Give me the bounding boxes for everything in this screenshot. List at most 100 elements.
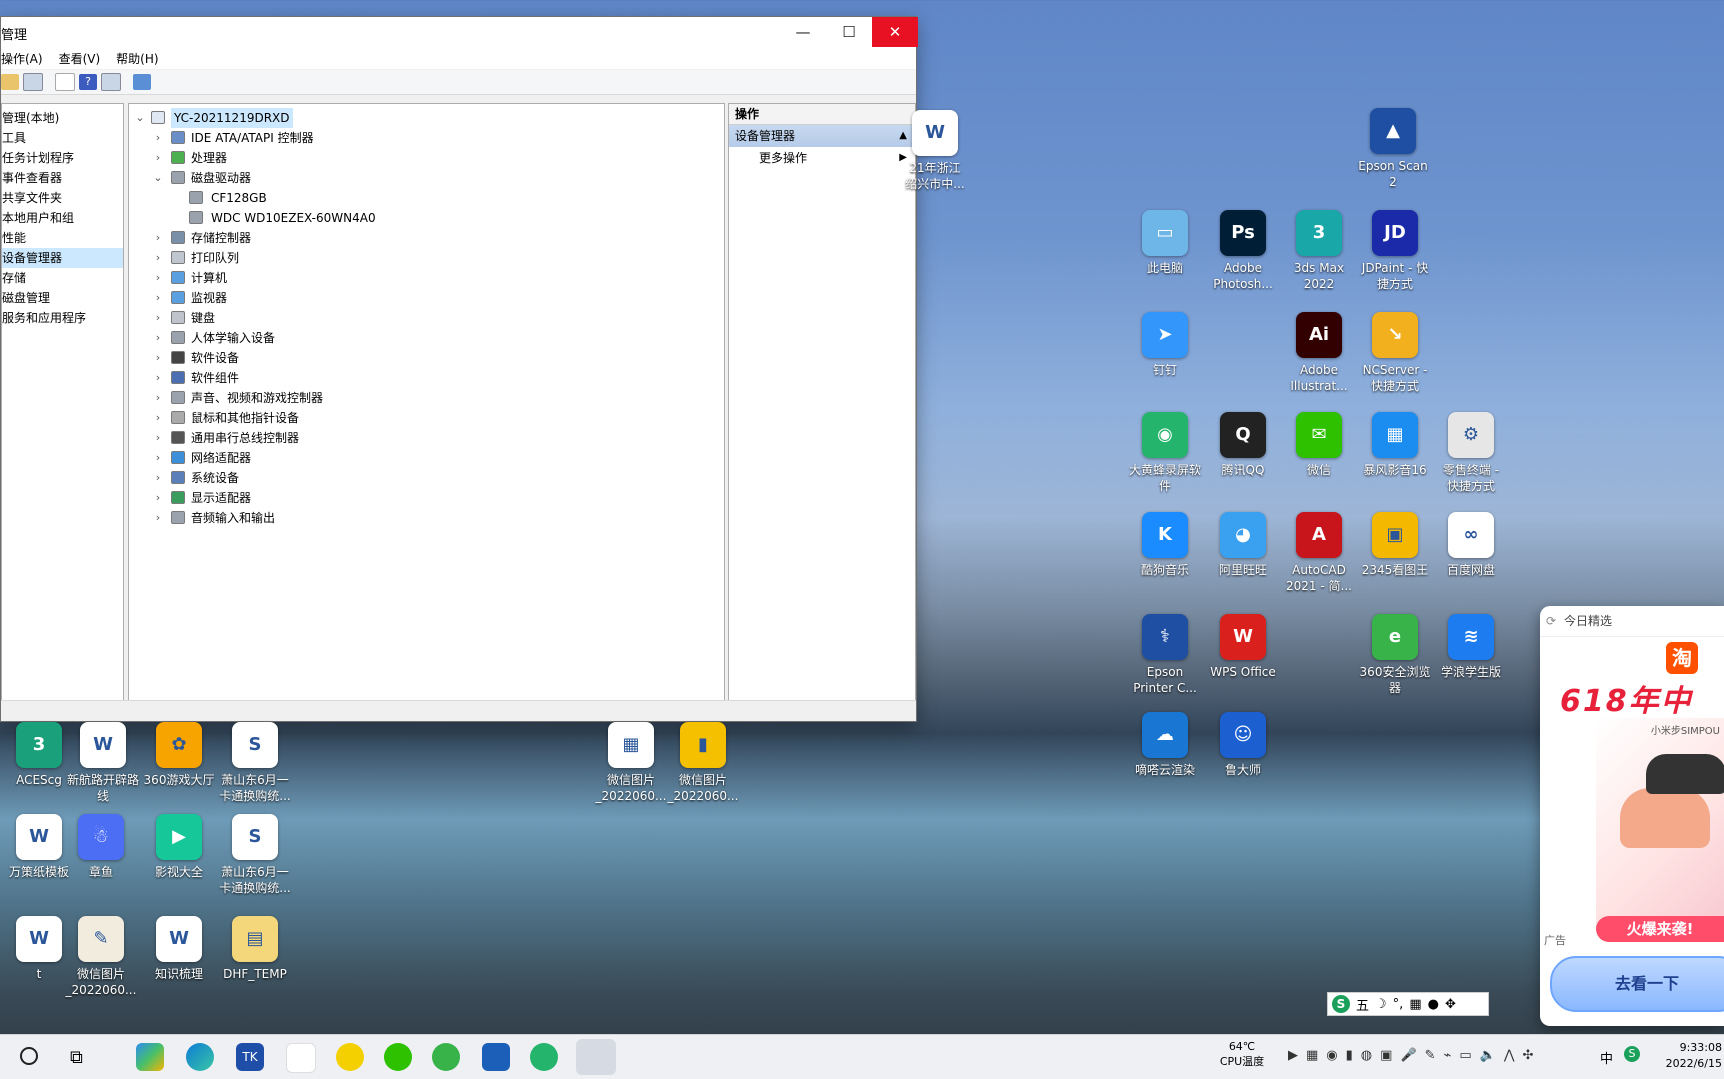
cpu-temp-widget[interactable]: 64℃ CPU温度 bbox=[1212, 1039, 1272, 1069]
desktop-shortcut[interactable]: ▦ 暴风影音16 bbox=[1356, 412, 1434, 478]
microphone-icon[interactable]: 🎤 bbox=[1400, 1048, 1416, 1063]
desktop-shortcut[interactable]: ↘ NCServer - 快捷方式 bbox=[1356, 312, 1434, 394]
chevron-right-icon[interactable]: › bbox=[153, 268, 163, 288]
tray-app-icon[interactable]: ◉ bbox=[1326, 1048, 1337, 1063]
device-category[interactable]: › 音频输入和输出 bbox=[129, 508, 724, 528]
task-view-icon[interactable]: ⧉ bbox=[70, 1047, 83, 1068]
desktop-shortcut[interactable]: S 萧山东6月一 卡通换购统... bbox=[216, 722, 294, 804]
show-action-pane-icon[interactable] bbox=[101, 73, 121, 91]
halfwidth-icon[interactable]: ☽ bbox=[1375, 997, 1387, 1012]
device-category[interactable]: › 存储控制器 bbox=[129, 228, 724, 248]
desktop-shortcut[interactable]: JD JDPaint - 快 捷方式 bbox=[1356, 210, 1434, 292]
folder-icon[interactable] bbox=[1, 74, 19, 90]
taskbar-app-5[interactable] bbox=[336, 1043, 364, 1071]
chevron-right-icon[interactable]: › bbox=[153, 288, 163, 308]
device-category[interactable]: ⌄ 磁盘驱动器 bbox=[129, 168, 724, 188]
menu-view[interactable]: 查看(V) bbox=[59, 50, 101, 67]
device-category[interactable]: › 通用串行总线控制器 bbox=[129, 428, 724, 448]
chevron-right-icon[interactable]: › bbox=[153, 308, 163, 328]
desktop-shortcut[interactable]: ➤ 钉钉 bbox=[1126, 312, 1204, 378]
tray-app-icon[interactable]: ▮ bbox=[1346, 1048, 1353, 1063]
chevron-right-icon[interactable]: › bbox=[153, 368, 163, 388]
desktop-shortcut[interactable]: ✉ 微信 bbox=[1280, 412, 1358, 478]
desktop-shortcut[interactable]: ☺ 鲁大师 bbox=[1204, 712, 1282, 778]
chevron-right-icon[interactable]: › bbox=[153, 248, 163, 268]
sogou-icon[interactable]: S bbox=[1332, 995, 1350, 1013]
desktop-shortcut[interactable]: ⚙ 零售终端 - 快捷方式 bbox=[1432, 412, 1510, 494]
desktop-shortcut[interactable]: W 21年浙江 绍兴市中... bbox=[896, 110, 974, 192]
desktop-shortcut[interactable]: ▶ 影视大全 bbox=[140, 814, 218, 880]
device-category[interactable]: › 网络适配器 bbox=[129, 448, 724, 468]
tray-app-icon[interactable]: ▶ bbox=[1288, 1048, 1298, 1063]
console-tree-item[interactable]: 管理(本地) bbox=[2, 108, 123, 128]
chevron-right-icon[interactable]: › bbox=[153, 468, 163, 488]
clock[interactable]: 9:33:08 2022/6/15 bbox=[1652, 1040, 1722, 1072]
desktop-shortcut[interactable]: ▲ Epson Scan 2 bbox=[1354, 108, 1432, 190]
tray-app-icon[interactable]: ◍ bbox=[1361, 1048, 1372, 1063]
desktop-shortcut[interactable]: ☁ 嘀嗒云渲染 bbox=[1126, 712, 1204, 778]
user-icon[interactable]: ● bbox=[1428, 997, 1439, 1012]
desktop-shortcut[interactable]: W 知识梳理 bbox=[140, 916, 218, 982]
desktop-shortcut[interactable]: ∞ 百度网盘 bbox=[1432, 512, 1510, 578]
chevron-right-icon[interactable]: › bbox=[153, 428, 163, 448]
tray-app-icon[interactable]: ▣ bbox=[1380, 1048, 1392, 1063]
desktop-shortcut[interactable]: A AutoCAD 2021 - 简... bbox=[1280, 512, 1358, 594]
sogou-tray-icon[interactable]: S bbox=[1624, 1046, 1640, 1062]
chevron-right-icon[interactable]: › bbox=[153, 448, 163, 468]
console-tree-item[interactable]: 共享文件夹 bbox=[2, 188, 123, 208]
tray-app-icon[interactable]: ▦ bbox=[1306, 1048, 1318, 1063]
skin-icon[interactable]: ✥ bbox=[1445, 997, 1456, 1012]
device-category[interactable]: › 鼠标和其他指针设备 bbox=[129, 408, 724, 428]
ad-popup[interactable]: ⟳ 今日精选 淘 618年中 小米步SIMPOU 火爆来袭! 广告 去看一下 bbox=[1540, 606, 1724, 1026]
device-category[interactable]: › 监视器 bbox=[129, 288, 724, 308]
desktop-shortcut[interactable]: ▤ DHF_TEMP bbox=[216, 916, 294, 982]
desktop-shortcut[interactable]: ⚕ Epson Printer C... bbox=[1126, 614, 1204, 696]
ad-go-button[interactable]: 去看一下 bbox=[1550, 956, 1724, 1012]
keyboard-icon[interactable]: ▦ bbox=[1409, 997, 1421, 1012]
ime-mode[interactable]: 五 bbox=[1356, 995, 1369, 1014]
chevron-down-icon[interactable]: ⌄ bbox=[153, 168, 163, 188]
console-tree-item[interactable]: 磁盘管理 bbox=[2, 288, 123, 308]
maximize-button[interactable]: ☐ bbox=[826, 17, 872, 47]
device-category[interactable]: › 键盘 bbox=[129, 308, 724, 328]
baidu-netdisk-icon[interactable] bbox=[286, 1043, 316, 1073]
chevron-right-icon[interactable]: › bbox=[153, 508, 163, 528]
device-item[interactable]: WDC WD10EZEX-60WN4A0 bbox=[129, 208, 724, 228]
volume-icon[interactable]: 🔈 bbox=[1480, 1048, 1496, 1063]
menu-action[interactable]: 操作(A) bbox=[1, 50, 43, 67]
desktop-shortcut[interactable]: 3 3ds Max 2022 bbox=[1280, 210, 1358, 292]
desktop-shortcut[interactable]: Ps Adobe Photosh... bbox=[1204, 210, 1282, 292]
device-category[interactable]: › 打印队列 bbox=[129, 248, 724, 268]
device-root[interactable]: ⌄ YC-20211219DRXD bbox=[129, 108, 724, 128]
device-category[interactable]: › 软件组件 bbox=[129, 368, 724, 388]
device-category[interactable]: › 计算机 bbox=[129, 268, 724, 288]
menu-help[interactable]: 帮助(H) bbox=[116, 50, 158, 67]
browser-360-icon[interactable] bbox=[432, 1043, 460, 1071]
properties-icon[interactable] bbox=[55, 73, 75, 91]
desktop-shortcut[interactable]: ✎ 微信图片 _2022060... bbox=[62, 916, 140, 998]
device-category[interactable]: › 人体学输入设备 bbox=[129, 328, 724, 348]
console-tree-item[interactable]: 设备管理器 bbox=[2, 248, 123, 268]
usb-icon[interactable]: ⌁ bbox=[1444, 1048, 1452, 1063]
close-button[interactable]: ✕ bbox=[872, 17, 918, 47]
console-tree-item[interactable]: 任务计划程序 bbox=[2, 148, 123, 168]
wechat-icon[interactable] bbox=[384, 1043, 412, 1071]
help-icon[interactable]: ? bbox=[79, 74, 97, 90]
chevron-right-icon[interactable]: › bbox=[153, 388, 163, 408]
desktop-shortcut[interactable]: ✿ 360游戏大厅 bbox=[140, 722, 218, 788]
more-actions-item[interactable]: 更多操作 ▶ bbox=[729, 147, 915, 169]
desktop-shortcut[interactable]: K 酷狗音乐 bbox=[1126, 512, 1204, 578]
console-tree-item[interactable]: 工具 bbox=[2, 128, 123, 148]
device-category[interactable]: › 显示适配器 bbox=[129, 488, 724, 508]
search-icon[interactable] bbox=[20, 1047, 38, 1065]
chevron-right-icon[interactable]: › bbox=[153, 488, 163, 508]
device-category[interactable]: › 软件设备 bbox=[129, 348, 724, 368]
console-tree-item[interactable]: 服务和应用程序 bbox=[2, 308, 123, 328]
device-category[interactable]: › 声音、视频和游戏控制器 bbox=[129, 388, 724, 408]
desktop-shortcut[interactable]: ☃ 章鱼 bbox=[62, 814, 140, 880]
news-icon[interactable] bbox=[482, 1043, 510, 1071]
chevron-right-icon[interactable]: › bbox=[153, 128, 163, 148]
desktop-shortcut[interactable]: W WPS Office bbox=[1204, 614, 1282, 680]
taskbar-app-3[interactable]: TK bbox=[236, 1043, 264, 1071]
desktop-shortcut[interactable]: ◕ 阿里旺旺 bbox=[1204, 512, 1282, 578]
